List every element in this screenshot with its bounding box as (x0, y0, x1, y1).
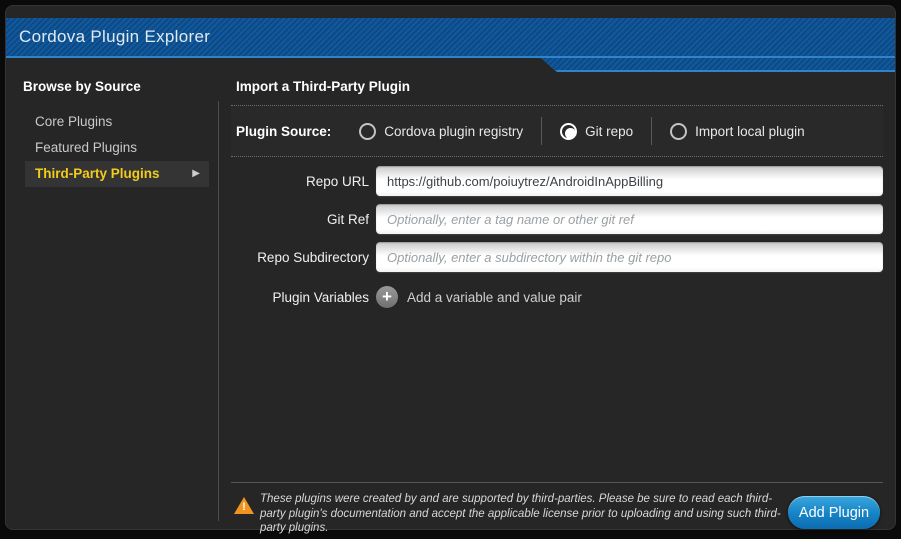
radio-label: Import local plugin (695, 124, 805, 139)
sidebar-item-label: Third-Party Plugins (35, 166, 160, 181)
repo-subdirectory-input[interactable] (376, 242, 883, 272)
repo-subdirectory-row: Repo Subdirectory (231, 242, 883, 272)
sidebar-item-core-plugins[interactable]: Core Plugins (6, 109, 218, 135)
footer: ! These plugins were created by and are … (231, 482, 883, 531)
add-variable-plus-icon[interactable]: + (376, 286, 398, 308)
radio-icon (359, 123, 376, 140)
sidebar-heading: Browse by Source (23, 79, 141, 94)
repo-url-input[interactable] (376, 166, 883, 196)
git-ref-input[interactable] (376, 204, 883, 234)
plugin-explorer-window: Cordova Plugin Explorer Browse by Source… (5, 5, 896, 530)
plugin-source-row: Plugin Source: Cordova plugin registry G… (231, 105, 883, 157)
git-ref-label: Git Ref (231, 212, 369, 227)
import-form: Repo URL Git Ref Repo Subdirectory Plugi… (231, 166, 883, 308)
plugin-variables-label: Plugin Variables (231, 290, 369, 305)
option-divider (541, 117, 542, 145)
radio-git-repo[interactable]: Git repo (560, 123, 633, 140)
radio-label: Git repo (585, 124, 633, 139)
option-divider (651, 117, 652, 145)
radio-icon (670, 123, 687, 140)
window-title: Cordova Plugin Explorer (6, 27, 210, 47)
sidebar-item-label: Core Plugins (35, 114, 112, 129)
chevron-right-icon: ▶ (192, 161, 200, 187)
main-content: Import a Third-Party Plugin Plugin Sourc… (231, 6, 883, 529)
radio-cordova-plugin-registry[interactable]: Cordova plugin registry (359, 123, 523, 140)
repo-subdirectory-label: Repo Subdirectory (231, 250, 369, 265)
sidebar-item-label: Featured Plugins (35, 140, 137, 155)
sidebar-item-third-party-plugins[interactable]: Third-Party Plugins ▶ (25, 161, 209, 187)
add-plugin-button[interactable]: Add Plugin (788, 496, 880, 529)
page-title: Import a Third-Party Plugin (236, 79, 410, 94)
radio-import-local-plugin[interactable]: Import local plugin (670, 123, 805, 140)
warning-icon: ! (234, 497, 254, 514)
plugin-variables-row: Plugin Variables + Add a variable and va… (231, 286, 883, 308)
repo-url-label: Repo URL (231, 174, 369, 189)
radio-selected-icon (560, 123, 577, 140)
git-ref-row: Git Ref (231, 204, 883, 234)
add-variable-link[interactable]: Add a variable and value pair (407, 290, 582, 305)
third-party-disclaimer: These plugins were created by and are su… (260, 492, 788, 536)
plugin-source-label: Plugin Source: (236, 124, 331, 139)
repo-url-row: Repo URL (231, 166, 883, 196)
sidebar-divider (218, 101, 219, 521)
radio-label: Cordova plugin registry (384, 124, 523, 139)
sidebar: Core Plugins Featured Plugins Third-Part… (6, 109, 218, 187)
sidebar-item-featured-plugins[interactable]: Featured Plugins (6, 135, 218, 161)
